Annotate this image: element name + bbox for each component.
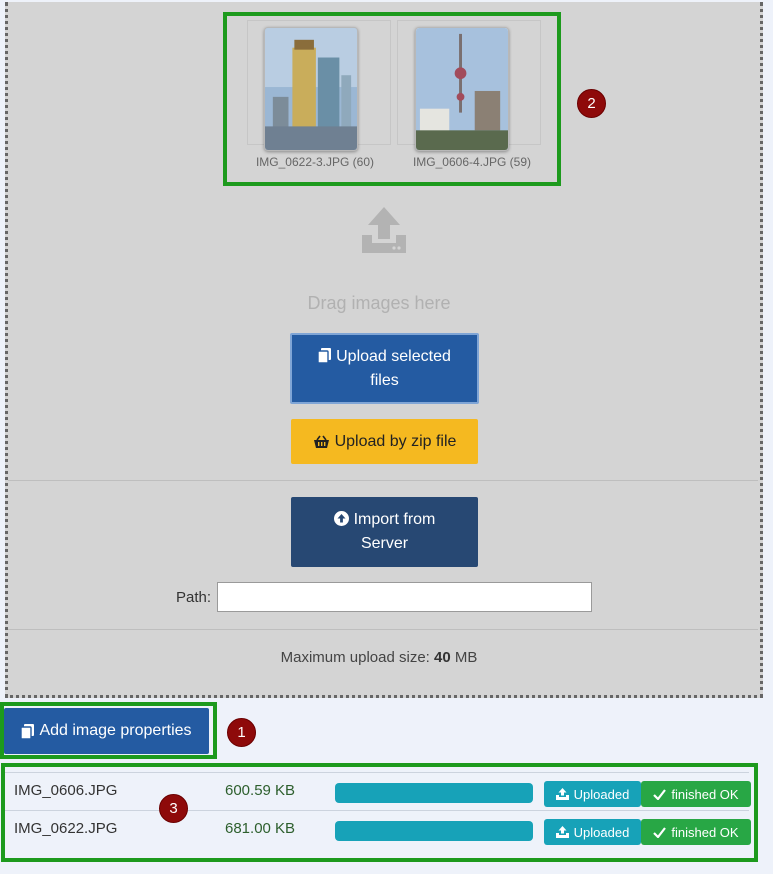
uploaded-status-button[interactable]: Uploaded [544, 819, 641, 845]
thumbnail-caption: IMG_0606-4.JPG (59) [412, 155, 532, 169]
thumbnail-image[interactable] [264, 27, 358, 151]
upload-progress-fill [335, 783, 533, 803]
finished-ok-button[interactable]: finished OK [641, 781, 751, 807]
thumbnail-image[interactable] [415, 27, 509, 151]
basket-icon [313, 435, 329, 448]
uploaded-label: Uploaded [573, 824, 630, 840]
callout-badge: 2 [577, 89, 606, 118]
upload-progress-bar [335, 783, 533, 803]
arrow-up-circle-icon [333, 511, 349, 526]
file-name: IMG_0606.JPG [14, 782, 118, 799]
drag-images-hint: Drag images here [307, 293, 451, 313]
check-icon [653, 826, 667, 838]
finished-ok-label: finished OK [671, 786, 739, 802]
max-upload-size: Maximum upload size: 40 MB [0, 649, 758, 666]
file-row: IMG_0606.JPG 600.59 KB Uploaded finished… [5, 772, 751, 811]
uploaded-status-button[interactable]: Uploaded [544, 781, 641, 807]
upload-progress-bar [335, 821, 533, 841]
path-input[interactable] [217, 582, 592, 612]
divider [8, 629, 758, 630]
add-image-properties-button[interactable]: Add image properties [4, 708, 209, 754]
upload-zip-button[interactable]: Upload by zip file [291, 419, 478, 464]
file-size: 681.00 KB [225, 820, 296, 837]
max-upload-value: 40 [434, 649, 451, 666]
import-from-server-label: Import from Server [353, 511, 436, 552]
upload-selected-files-button[interactable]: Upload selected files [290, 333, 479, 404]
path-label: Path: [176, 589, 212, 606]
copy-icon [21, 723, 35, 739]
upload-icon [362, 207, 406, 253]
max-upload-unit: MB [454, 649, 478, 666]
upload-selected-files-label: Upload selected files [336, 347, 451, 389]
add-image-properties-label: Add image properties [39, 722, 192, 739]
file-row: IMG_0622.JPG 681.00 KB Uploaded finished… [5, 810, 751, 849]
upload-icon [555, 788, 569, 800]
finished-ok-button[interactable]: finished OK [641, 819, 751, 845]
file-name: IMG_0622.JPG [14, 820, 118, 837]
copy-icon [318, 347, 332, 363]
check-icon [653, 788, 667, 800]
callout-badge: 1 [227, 718, 256, 747]
upload-zip-label: Upload by zip file [334, 432, 457, 450]
callout-badge: 3 [159, 794, 188, 823]
thumbnail-caption: IMG_0622-3.JPG (60) [255, 155, 375, 169]
divider [8, 480, 758, 481]
finished-ok-label: finished OK [671, 824, 739, 840]
upload-progress-fill [335, 821, 533, 841]
uploaded-label: Uploaded [573, 786, 630, 802]
file-size: 600.59 KB [225, 782, 296, 799]
import-from-server-button[interactable]: Import from Server [291, 497, 478, 567]
max-upload-label: Maximum upload size: [280, 649, 430, 666]
upload-icon [555, 826, 569, 838]
